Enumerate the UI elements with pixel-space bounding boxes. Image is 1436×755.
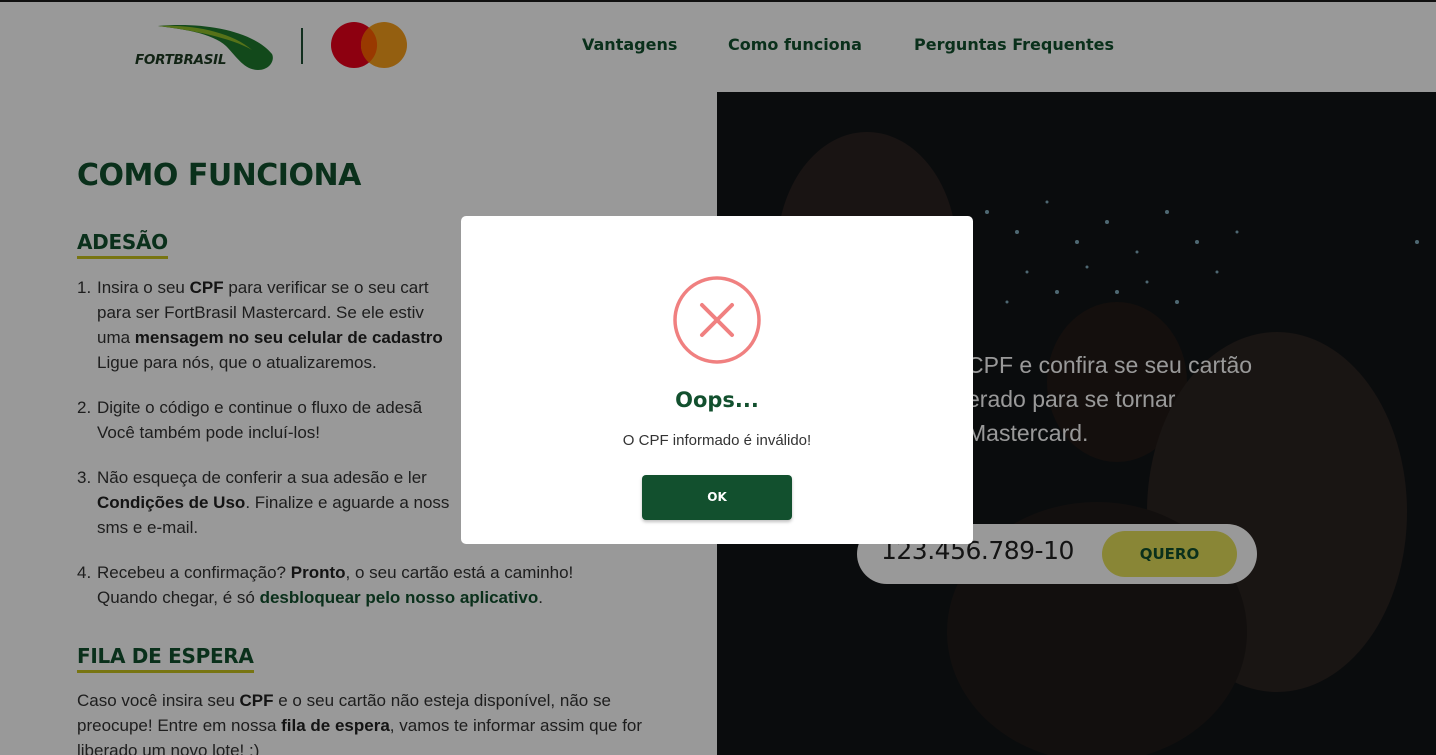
ok-button[interactable]: OK bbox=[642, 475, 792, 520]
error-x-icon bbox=[673, 276, 761, 364]
error-dialog: Oops... O CPF informado é inválido! OK bbox=[461, 216, 973, 544]
dialog-title: Oops... bbox=[675, 388, 759, 412]
dialog-message: O CPF informado é inválido! bbox=[622, 432, 812, 449]
